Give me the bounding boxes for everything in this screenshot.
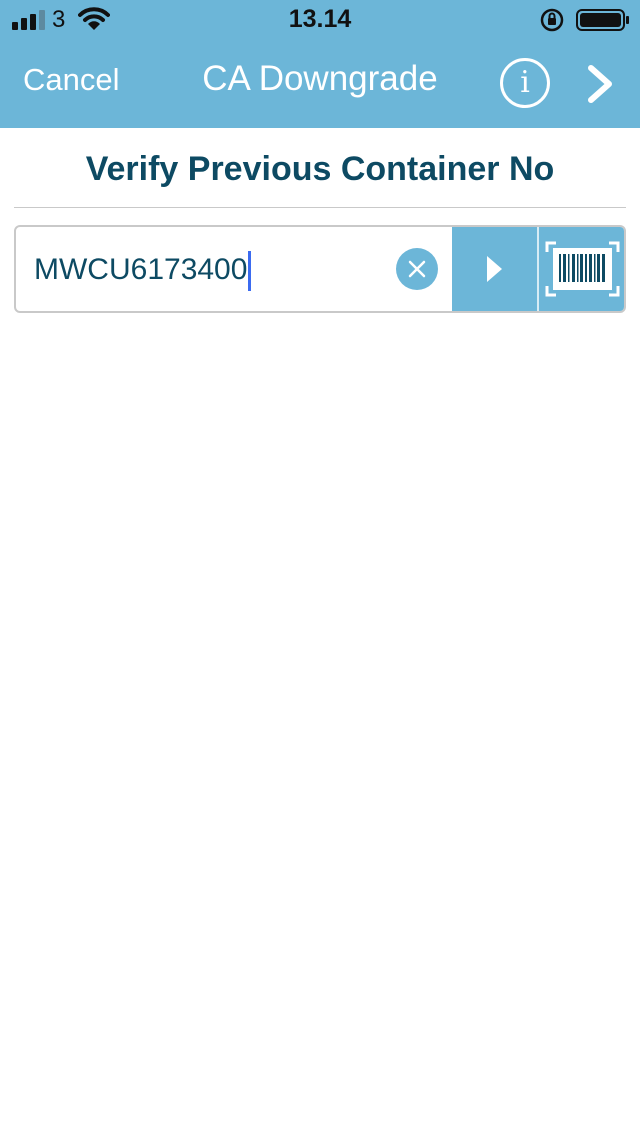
input-value: MWCU6173400: [34, 252, 248, 286]
info-button[interactable]: i: [500, 58, 550, 108]
info-icon: i: [520, 65, 530, 100]
battery-icon: [576, 9, 629, 31]
input-value-wrap: MWCU6173400: [34, 251, 252, 291]
status-bar: 3 13.14: [0, 0, 640, 40]
text-caret: [248, 251, 252, 291]
barcode-scan-icon: [545, 241, 620, 297]
cancel-button[interactable]: Cancel: [23, 62, 120, 98]
container-number-input[interactable]: MWCU6173400: [16, 227, 452, 311]
chevron-right-icon[interactable]: [582, 62, 618, 106]
title-divider: [14, 207, 626, 208]
submit-button[interactable]: [452, 227, 537, 311]
page-title: Verify Previous Container No: [85, 150, 555, 188]
clear-button[interactable]: [396, 248, 438, 290]
play-arrow-icon: [487, 256, 502, 282]
clear-icon: [408, 260, 426, 278]
orientation-lock-icon: [540, 8, 564, 32]
app-header: 3 13.14 Cancel CA Downgrade i: [0, 0, 640, 128]
container-input-group: MWCU6173400: [14, 225, 626, 313]
scan-barcode-button[interactable]: [539, 227, 624, 311]
